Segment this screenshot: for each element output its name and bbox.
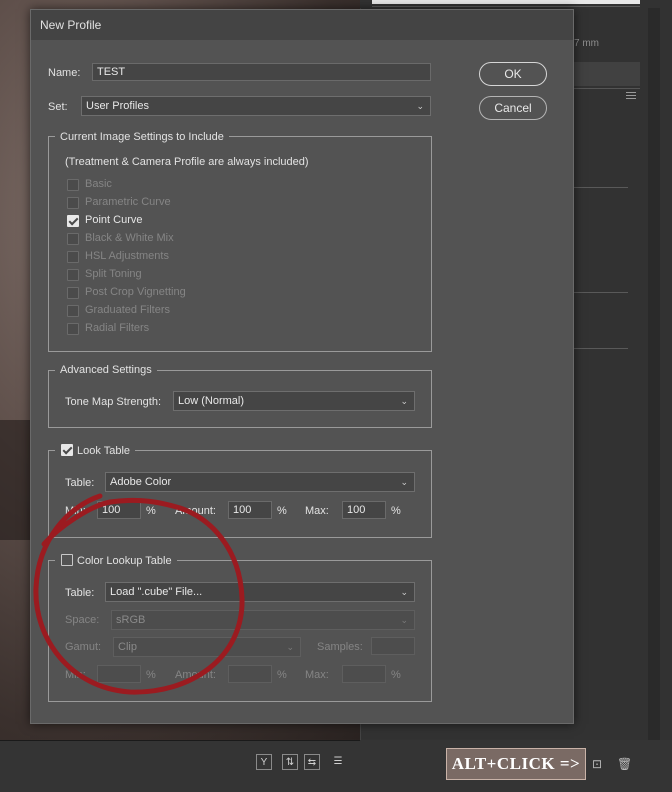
settings-checkbox-label: Graduated Filters: [85, 304, 170, 316]
clut-min-label: Min:: [65, 669, 86, 681]
look-table-title: Look Table: [77, 445, 131, 457]
settings-checkbox[interactable]: [67, 251, 79, 263]
current-settings-note: (Treatment & Camera Profile are always i…: [65, 156, 309, 168]
settings-checkbox-label: Point Curve: [85, 214, 143, 226]
settings-checkbox[interactable]: [67, 197, 79, 209]
clut-amount-input[interactable]: [228, 665, 272, 683]
look-min-input[interactable]: 100: [97, 501, 141, 519]
panel-menu-icon[interactable]: [626, 92, 636, 93]
chevron-down-icon: ⌄: [400, 477, 408, 487]
tone-map-value: Low (Normal): [178, 395, 245, 407]
tone-map-select[interactable]: Low (Normal) ⌄: [173, 391, 415, 411]
clut-max-percent: %: [391, 669, 401, 681]
look-amount-label: Amount:: [175, 505, 216, 517]
clut-max-input[interactable]: [342, 665, 386, 683]
settings-checkbox[interactable]: [67, 323, 79, 335]
set-select[interactable]: User Profiles ⌄: [81, 96, 431, 116]
clut-min-input[interactable]: [97, 665, 141, 683]
copy-settings-icon[interactable]: ⇅: [282, 754, 298, 770]
clut-max-label: Max:: [305, 669, 329, 681]
look-max-label: Max:: [305, 505, 329, 517]
sliders-icon[interactable]: ☰: [330, 754, 346, 770]
panel-scrollbar[interactable]: [648, 8, 660, 744]
panel-separator: [574, 292, 628, 293]
settings-checkbox[interactable]: [67, 269, 79, 281]
chevron-down-icon: ⌄: [416, 101, 424, 111]
settings-checkbox-label: Parametric Curve: [85, 196, 171, 208]
set-select-value: User Profiles: [86, 100, 149, 112]
settings-checkbox-label: Black & White Mix: [85, 232, 174, 244]
look-table-value: Adobe Color: [110, 476, 172, 488]
panel-separator: [574, 187, 628, 188]
chevron-down-icon: ⌄: [286, 642, 294, 652]
samples-label: Samples:: [317, 641, 363, 653]
chevron-down-icon: ⌄: [400, 615, 408, 625]
gamut-label: Gamut:: [65, 641, 102, 653]
swap-settings-icon[interactable]: ⇆: [304, 754, 320, 770]
ok-button[interactable]: OK: [479, 62, 547, 86]
settings-checkbox-label: HSL Adjustments: [85, 250, 169, 262]
current-settings-group: [48, 136, 432, 352]
look-amount-input[interactable]: 100: [228, 501, 272, 519]
dialog-title: New Profile: [31, 10, 573, 40]
toolbar-divider: [0, 740, 360, 741]
settings-checkbox[interactable]: [67, 287, 79, 299]
settings-checkbox-label: Radial Filters: [85, 322, 150, 334]
set-label: Set:: [48, 101, 68, 113]
settings-checkbox[interactable]: [67, 215, 79, 227]
color-lookup-title: Color Lookup Table: [77, 555, 172, 567]
look-max-percent: %: [391, 505, 401, 517]
name-input[interactable]: TEST: [92, 63, 431, 81]
space-label: Space:: [65, 614, 100, 626]
look-min-label: Min:: [65, 505, 86, 517]
look-min-percent: %: [146, 505, 156, 517]
settings-checkbox[interactable]: [67, 179, 79, 191]
settings-checkbox-label: Basic: [85, 178, 112, 190]
units-readout: 7 mm: [574, 38, 599, 49]
chevron-down-icon: ⌄: [400, 396, 408, 406]
settings-checkbox-label: Post Crop Vignetting: [85, 286, 186, 298]
panel-header-strip: [372, 0, 640, 4]
look-max-input[interactable]: 100: [342, 501, 386, 519]
new-preset-icon[interactable]: ⊡: [592, 758, 604, 770]
panel-header-line: [372, 6, 640, 7]
clut-amount-label: Amount:: [175, 669, 216, 681]
clut-amount-percent: %: [277, 669, 287, 681]
look-table-group: [48, 450, 432, 538]
space-select[interactable]: sRGB ⌄: [111, 610, 415, 630]
current-settings-title: Current Image Settings to Include: [55, 131, 229, 143]
look-table-header: Look Table: [55, 444, 136, 457]
color-lookup-table-label: Table:: [65, 587, 95, 599]
samples-input[interactable]: [371, 637, 415, 655]
new-profile-dialog: New Profile Name: TEST Set: User Profile…: [30, 9, 574, 724]
trash-icon[interactable]: 🗑: [617, 758, 632, 770]
cancel-button[interactable]: Cancel: [479, 96, 547, 120]
settings-checkbox-label: Split Toning: [85, 268, 142, 280]
look-amount-percent: %: [277, 505, 287, 517]
color-lookup-checkbox[interactable]: [61, 554, 73, 566]
panel-line: [574, 88, 640, 89]
look-table-select[interactable]: Adobe Color ⌄: [105, 472, 415, 492]
settings-checkbox[interactable]: [67, 305, 79, 317]
name-label: Name:: [48, 67, 81, 79]
tone-map-label: Tone Map Strength:: [65, 396, 162, 408]
gamut-value: Clip: [118, 641, 137, 653]
yy-compare-icon[interactable]: Y: [256, 754, 272, 770]
color-lookup-table-value: Load ".cube" File...: [110, 586, 203, 598]
color-lookup-table-select[interactable]: Load ".cube" File... ⌄: [105, 582, 415, 602]
settings-checkbox[interactable]: [67, 233, 79, 245]
panel-separator: [574, 348, 628, 349]
panel-band: [574, 62, 640, 86]
look-table-checkbox[interactable]: [61, 444, 73, 456]
space-value: sRGB: [116, 614, 146, 626]
look-table-table-label: Table:: [65, 477, 95, 489]
chevron-down-icon: ⌄: [400, 587, 408, 597]
gamut-select[interactable]: Clip ⌄: [113, 637, 301, 657]
advanced-settings-title: Advanced Settings: [55, 364, 157, 376]
alt-click-annotation: ALT+CLICK =>: [446, 748, 586, 780]
color-lookup-header: Color Lookup Table: [55, 554, 177, 567]
clut-min-percent: %: [146, 669, 156, 681]
